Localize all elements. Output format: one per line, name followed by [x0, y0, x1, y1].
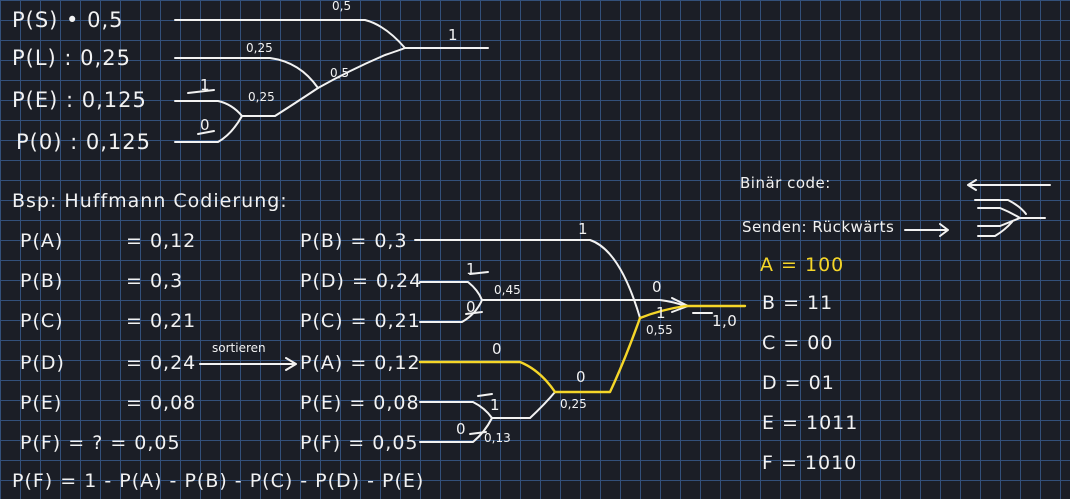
sorted-c: P(C) = 0,21	[300, 310, 421, 332]
sort-label: sortieren	[212, 341, 266, 355]
code-e: E = 1011	[762, 412, 859, 434]
left-prob-c: P(C)	[20, 310, 64, 332]
label-e-bit: 1	[490, 396, 501, 414]
label-c-bit: 0	[466, 298, 477, 316]
label-bigsum: 0,55	[646, 323, 673, 337]
label-aef-bit: 0	[576, 368, 587, 386]
label-l-top: 0,25	[246, 41, 273, 55]
label-aef-sum: 0,25	[560, 397, 587, 411]
left-prob-a: P(A)	[20, 230, 64, 252]
left-val-e: = 0,08	[126, 392, 197, 414]
code-b: B = 11	[762, 292, 834, 314]
label-bit-e: 1	[200, 76, 211, 94]
send-mini-diagram	[904, 179, 1051, 237]
label-root: 1	[448, 26, 459, 44]
label-d-bit: 1	[466, 260, 477, 278]
left-prob-f: P(F) = ? = 0,05	[20, 432, 181, 454]
left-val-c: = 0,21	[126, 310, 197, 332]
label-merge-el: 0,25	[248, 90, 275, 104]
formula-pf: P(F) = 1 - P(A) - P(B) - P(C) - P(D) - P…	[12, 470, 425, 492]
label-bit-o: 0	[200, 116, 211, 134]
sorted-b: P(B) = 0,3	[300, 230, 408, 252]
top-huffman-tree	[174, 19, 489, 143]
prob-o: P(0) : 0,125	[16, 130, 151, 154]
send-label: Senden: Rückwärts	[742, 218, 895, 236]
label-f-bit: 0	[456, 420, 467, 438]
left-val-a: = 0,12	[126, 230, 197, 252]
example-title: Bsp: Huffmann Codierung:	[12, 190, 288, 212]
code-a: A = 100	[760, 254, 845, 276]
label-root-left-bit: 1	[656, 304, 667, 322]
label-root-10: 1,0	[712, 312, 738, 330]
prob-s: P(S) • 0,5	[12, 8, 124, 32]
label-merge-mid: 0,5	[330, 66, 350, 80]
left-val-b: = 0,3	[126, 270, 184, 292]
sorted-a: P(A) = 0,12	[300, 352, 421, 374]
code-f: F = 1010	[762, 452, 858, 474]
label-a-bit: 0	[492, 340, 503, 358]
left-prob-e: P(E)	[20, 392, 63, 414]
code-c: C = 00	[762, 332, 834, 354]
left-prob-b: P(B)	[20, 270, 64, 292]
binary-title: Binär code:	[740, 174, 831, 192]
left-val-d: = 0,24	[126, 352, 197, 374]
prob-e: P(E) : 0,125	[12, 88, 147, 112]
label-ef-sum: 0,13	[484, 431, 511, 445]
sorted-d: P(D) = 0,24	[300, 270, 423, 292]
code-d: D = 01	[762, 372, 835, 394]
label-b-bit: 1	[578, 220, 589, 238]
sorted-f: P(F) = 0,05	[300, 432, 419, 454]
left-prob-d: P(D)	[20, 352, 65, 374]
sorted-e: P(E) = 0,08	[300, 392, 420, 414]
label-s-top: 0,5	[332, 0, 352, 13]
bottom-huffman-tree	[414, 239, 713, 443]
label-dc-bit: 0	[652, 278, 663, 296]
prob-l: P(L) : 0,25	[12, 46, 131, 70]
label-dc-sum: 0,45	[494, 283, 521, 297]
sort-arrow	[199, 357, 297, 371]
